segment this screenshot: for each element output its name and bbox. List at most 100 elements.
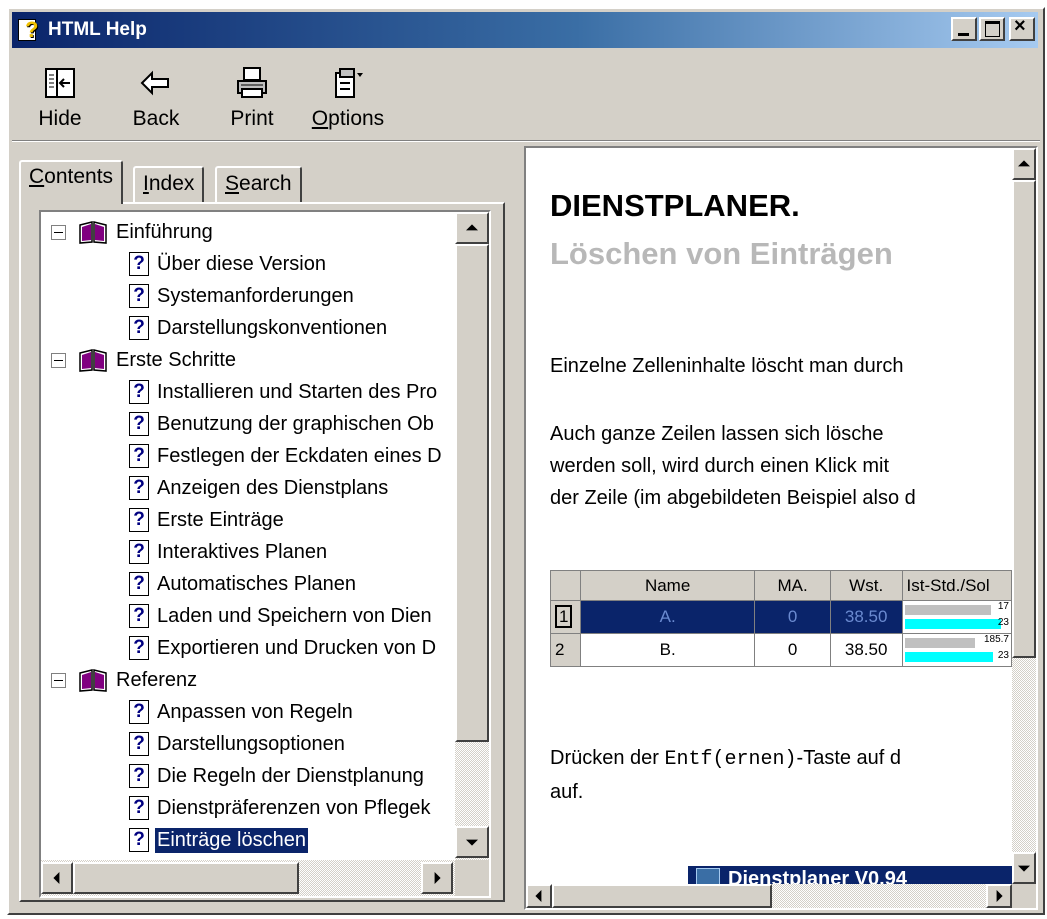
scroll-right-button[interactable] xyxy=(986,884,1012,908)
tab-search[interactable]: Search xyxy=(215,166,302,202)
tree-item-label: Systemanforderungen xyxy=(157,284,354,307)
collapse-icon[interactable] xyxy=(51,224,66,240)
print-label: Print xyxy=(230,107,274,130)
help-page-icon: ? xyxy=(129,732,149,756)
title-bar[interactable]: ? HTML Help × xyxy=(12,12,1038,48)
tree-item[interactable]: ? Laden und Speichern von Dien xyxy=(129,600,434,632)
tree-item[interactable]: ? Automatisches Planen xyxy=(129,568,358,600)
help-page-icon: ? xyxy=(129,284,149,308)
scroll-down-button[interactable] xyxy=(1012,852,1036,884)
scroll-left-button[interactable] xyxy=(41,862,73,894)
tree-vertical-scrollbar[interactable] xyxy=(455,212,489,860)
row-number[interactable]: 2 xyxy=(550,633,581,667)
cell-ma: 0 xyxy=(754,600,831,634)
print-button[interactable]: Print xyxy=(204,57,300,137)
tree-item-label: Benutzung der graphischen Ob xyxy=(157,412,434,435)
tree-item-label: Die Regeln der Dienstplanung xyxy=(157,764,424,787)
hide-button[interactable]: Hide xyxy=(12,57,108,137)
open-book-icon xyxy=(79,669,107,692)
scroll-up-button[interactable] xyxy=(1012,148,1036,180)
tree-item[interactable]: ? Anpassen von Regeln xyxy=(129,696,355,728)
column-header: Ist-Std./Sol xyxy=(901,570,1012,601)
tree-item[interactable]: ? Darstellungsoptionen xyxy=(129,728,347,760)
minimize-button[interactable] xyxy=(951,17,977,41)
tree-list: Einführung? Über diese Version? Systemanfo… xyxy=(41,212,451,858)
tree-item-label: Exportieren und Drucken von D xyxy=(157,636,437,659)
tree-item[interactable]: ? Erste Einträge xyxy=(129,504,286,536)
scroll-left-button[interactable] xyxy=(526,884,552,908)
scroll-right-button[interactable] xyxy=(421,862,453,894)
tree-item[interactable]: ? Systemanforderungen xyxy=(129,280,356,312)
help-page-icon: ? xyxy=(129,508,149,532)
tree-item[interactable]: ? Darstellungskonventionen xyxy=(129,312,389,344)
tree-item[interactable]: ? Interaktives Planen xyxy=(129,536,329,568)
cell-name: B. xyxy=(579,633,756,667)
paragraph-2-line-3: der Zeile (im abgebildeten Beispiel also… xyxy=(550,487,916,509)
maximize-button[interactable] xyxy=(979,17,1005,41)
window-title: HTML Help xyxy=(48,19,147,40)
tree-item[interactable]: ? Anzeigen des Dienstplans xyxy=(129,472,390,504)
tree-item-label: Festlegen der Eckdaten eines D xyxy=(157,444,442,467)
column-header: Name xyxy=(579,570,756,601)
topic-vertical-scrollbar[interactable] xyxy=(1012,148,1036,884)
topic-horizontal-scrollbar[interactable] xyxy=(526,884,1012,908)
tree-item[interactable]: Erste Schritte xyxy=(51,344,238,376)
help-page-icon: ? xyxy=(129,572,149,596)
tree-item[interactable]: ? Einträge löschen xyxy=(129,824,309,856)
tree-item[interactable]: ? Festlegen der Eckdaten eines D xyxy=(129,440,444,472)
tree-item-label: Darstellungsoptionen xyxy=(157,732,345,755)
tree-item-label: Interaktives Planen xyxy=(157,540,328,563)
pane-splitter[interactable] xyxy=(514,146,524,910)
h-scroll-thumb[interactable] xyxy=(552,884,772,908)
tree-item-label: Installieren und Starten des Pro xyxy=(157,380,438,403)
tab-index[interactable]: Index xyxy=(133,166,205,202)
h-scroll-thumb[interactable] xyxy=(73,862,299,894)
example-table: Name MA. Wst. Ist-Std./Sol 1 A. 0 38.50 … xyxy=(550,570,1012,667)
topic-content: DIENSTPLANER. Löschen von Einträgen Einz… xyxy=(526,148,1012,884)
scroll-thumb[interactable] xyxy=(455,244,489,742)
tab-contents[interactable]: Contents xyxy=(19,160,124,204)
tree-item[interactable]: ? Installieren und Starten des Pro xyxy=(129,376,439,408)
row-number[interactable]: 1 xyxy=(550,600,581,634)
options-button[interactable]: Options xyxy=(300,57,396,137)
tree-item[interactable]: ? Über diese Version xyxy=(129,248,328,280)
cell-ma: 0 xyxy=(754,633,831,667)
paragraph-1: Einzelne Zelleninhalte löscht man durch xyxy=(550,355,904,377)
html-help-window: ? HTML Help × Hide Back Print Options Co… xyxy=(7,7,1045,915)
tree-item-label: Darstellungskonventionen xyxy=(157,316,388,339)
tree-horizontal-scrollbar[interactable] xyxy=(41,860,455,896)
toolbar-divider xyxy=(12,140,1040,142)
paragraph-2-line-1: Auch ganze Zeilen lassen sich lösche xyxy=(550,423,884,445)
tree-item[interactable]: ? Die Regeln der Dienstplanung xyxy=(129,760,426,792)
back-arrow-icon xyxy=(140,70,169,96)
options-label: Options xyxy=(311,107,385,130)
tree-item[interactable]: ?Feiertage xyxy=(129,856,244,858)
tree-item[interactable]: ? Dienstpräferenzen von Pflegek xyxy=(129,792,433,824)
collapse-icon[interactable] xyxy=(51,352,66,368)
contents-tree: Einführung? Über diese Version? Systemanfo… xyxy=(39,210,491,898)
table-row[interactable]: 1 A. 0 38.50 17 23 xyxy=(550,600,1012,634)
toolbar: Hide Back Print Options xyxy=(12,57,396,137)
open-book-icon xyxy=(79,349,107,372)
help-page-icon: ? xyxy=(129,252,149,276)
hide-icon xyxy=(45,68,75,98)
table-row[interactable]: 2 B. 0 38.50 185.7 23 xyxy=(550,633,1012,667)
help-page-icon: ? xyxy=(129,444,149,468)
printer-icon xyxy=(237,67,267,98)
help-page-icon: ? xyxy=(129,636,149,660)
tree-item[interactable]: ? Benutzung der graphischen Ob xyxy=(129,408,436,440)
scroll-up-button[interactable] xyxy=(455,212,489,244)
back-button[interactable]: Back xyxy=(108,57,204,137)
scroll-corner xyxy=(455,860,489,896)
tree-item[interactable]: ? Exportieren und Drucken von D xyxy=(129,632,438,664)
help-page-icon: ? xyxy=(129,412,149,436)
scroll-down-button[interactable] xyxy=(455,826,489,858)
close-button[interactable]: × xyxy=(1009,15,1035,41)
tree-item-label: Erste Schritte xyxy=(116,348,237,371)
cell-wst: 38.50 xyxy=(829,633,903,667)
tree-item[interactable]: Einführung xyxy=(51,216,215,248)
collapse-icon[interactable] xyxy=(51,672,66,688)
scroll-thumb[interactable] xyxy=(1012,180,1036,658)
tree-item[interactable]: Referenz xyxy=(51,664,199,696)
column-header: MA. xyxy=(754,570,831,601)
